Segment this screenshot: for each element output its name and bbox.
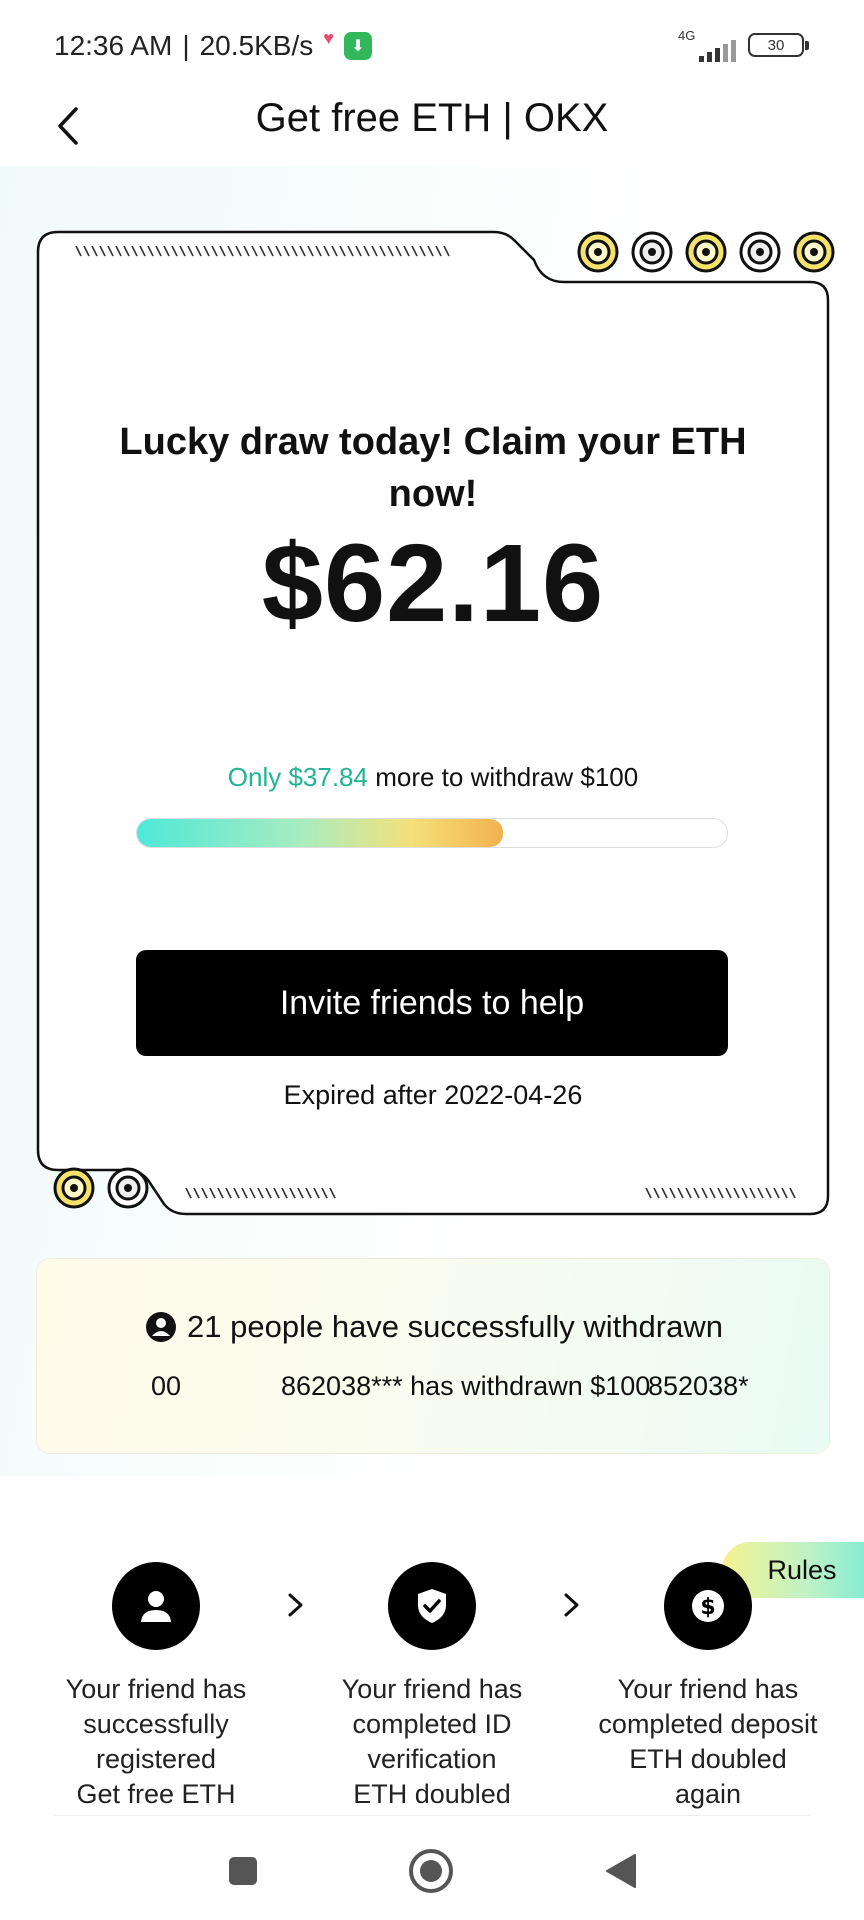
step-line: ETH doubled <box>353 1779 511 1809</box>
step-text: Your friend has completed ID verificatio… <box>302 1672 562 1812</box>
page-title: Get free ETH | OKX <box>255 96 609 140</box>
invite-friends-button[interactable]: Invite friends to help <box>136 950 728 1056</box>
step-text: Your friend has completed deposit ETH do… <box>578 1672 838 1812</box>
step-line: verification <box>367 1744 497 1774</box>
svg-text:$: $ <box>700 1595 715 1620</box>
lucky-draw-card: Lucky draw today! Claim your ETH now! $6… <box>36 230 835 1216</box>
status-bar: 12:36 AM | 20.5KB/s ♥ ⬇ 4G 30 <box>0 0 864 90</box>
ticker-item: 852038* <box>648 1371 749 1401</box>
divider <box>54 1815 810 1816</box>
step-line: completed ID <box>352 1709 512 1739</box>
step-line: ETH doubled <box>629 1744 787 1774</box>
coin-icon <box>107 1167 149 1209</box>
coin-icon <box>53 1167 95 1209</box>
coin-icon <box>739 231 781 273</box>
withdrawals-title: 21 people have successfully withdrawn <box>37 1309 831 1345</box>
coin-decoration-bottom <box>52 1166 150 1210</box>
triangle-back-icon <box>606 1854 636 1888</box>
battery-level: 30 <box>767 36 785 54</box>
step-line: again <box>674 1779 742 1809</box>
step-line: Your friend has <box>341 1674 523 1704</box>
withdraw-progress-bar <box>136 818 728 848</box>
nav-header: Get free ETH | OKX <box>0 90 864 166</box>
status-separator: | <box>182 30 190 61</box>
network-type: 4G <box>678 28 696 43</box>
home-button[interactable] <box>408 1848 454 1894</box>
coin-icon <box>793 231 835 273</box>
expiry-date: Expired after 2022-04-26 <box>283 1080 583 1110</box>
step-text: Your friend has successfully registered … <box>26 1672 286 1812</box>
heart-icon: ♥ <box>323 27 334 48</box>
coin-icon <box>631 231 673 273</box>
status-right: 4G 30 <box>678 28 809 62</box>
withdrawals-ticker: 00 862038*** has withdrawn $100 852038* <box>107 1371 797 1411</box>
square-icon <box>229 1857 257 1885</box>
user-icon <box>112 1562 200 1650</box>
status-left: 12:36 AM | 20.5KB/s ♥ ⬇ <box>54 27 372 62</box>
signal-icon: 4G <box>678 28 736 62</box>
dollar-icon: $ <box>664 1562 752 1650</box>
lucky-draw-headline: Lucky draw today! Claim your ETH now! <box>119 421 747 515</box>
home-circle-icon <box>409 1849 453 1893</box>
step-line: Your friend has <box>65 1674 247 1704</box>
step-line: successfully <box>83 1709 229 1739</box>
progress-fill <box>137 819 503 847</box>
ticker-item: 00 <box>151 1371 182 1401</box>
step-registered: Your friend has successfully registered … <box>26 1562 286 1812</box>
step-line: Get free ETH <box>76 1779 236 1809</box>
download-app-icon: ⬇ <box>343 32 372 60</box>
coin-icon <box>685 231 727 273</box>
step-deposit: $ Your friend has completed deposit ETH … <box>578 1562 838 1812</box>
step-line: registered <box>95 1744 217 1774</box>
status-time: 12:36 AM <box>54 30 173 61</box>
status-speed: 20.5KB/s <box>199 30 314 61</box>
reward-amount: $62.16 <box>261 522 605 645</box>
step-id-verified: Your friend has completed ID verificatio… <box>302 1562 562 1812</box>
withdrawals-count-text: 21 people have successfully withdrawn <box>187 1309 723 1344</box>
coin-decoration-top <box>576 230 836 274</box>
progress-caption: Only $37.84 more to withdraw $100 <box>36 762 830 793</box>
step-line: completed deposit <box>598 1709 818 1739</box>
battery-icon: 30 <box>748 33 809 57</box>
withdrawals-panel: 21 people have successfully withdrawn 00… <box>36 1258 830 1454</box>
card-frame <box>36 230 830 1216</box>
progress-caption-rest: more to withdraw $100 <box>367 762 639 792</box>
back-nav-button[interactable] <box>598 1848 644 1894</box>
coin-icon <box>577 231 619 273</box>
shield-check-icon <box>388 1562 476 1650</box>
remaining-amount: Only $37.84 <box>227 762 368 792</box>
system-navigation-bar <box>0 1820 864 1920</box>
step-line: Your friend has <box>617 1674 799 1704</box>
recent-apps-button[interactable] <box>220 1848 266 1894</box>
invite-steps: Your friend has successfully registered … <box>0 1562 864 1812</box>
user-circle-icon <box>146 1312 177 1342</box>
ticker-item: 862038*** has withdrawn $100 <box>281 1371 651 1401</box>
